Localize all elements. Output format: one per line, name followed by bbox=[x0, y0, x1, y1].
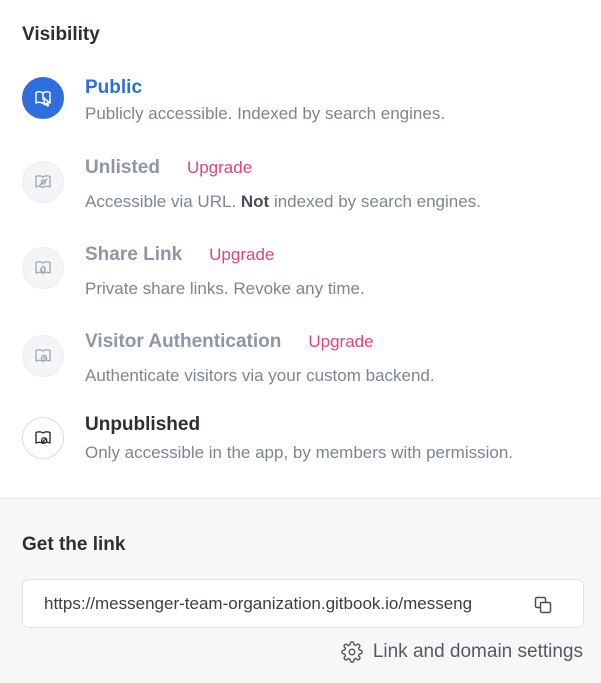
description-emphasis: Not bbox=[240, 192, 270, 211]
option-title: Share Link bbox=[85, 244, 183, 265]
book-eye-off-icon bbox=[22, 161, 64, 203]
option-unpublished[interactable]: Unpublished Only accessible in the app, … bbox=[22, 414, 592, 467]
option-visitor-authentication-title-row: Visitor Authentication Upgrade bbox=[85, 331, 374, 353]
option-description: Accessible via URL. Not indexed by searc… bbox=[85, 192, 481, 212]
get-link-section: Get the link https://messenger-team-orga… bbox=[0, 499, 601, 683]
option-description: Private share links. Revoke any time. bbox=[85, 279, 365, 298]
share-url-text[interactable]: https://messenger-team-organization.gitb… bbox=[44, 594, 524, 614]
get-link-title: Get the link bbox=[22, 534, 126, 555]
option-visitor-authentication[interactable]: Visitor Authentication Upgrade Authentic… bbox=[22, 331, 592, 389]
gear-icon bbox=[341, 641, 363, 663]
option-title: Visitor Authentication bbox=[85, 331, 282, 352]
option-title: Public bbox=[85, 77, 143, 98]
option-share-link-title-row: Share Link Upgrade bbox=[85, 244, 274, 266]
option-description: Only accessible in the app, by members w… bbox=[85, 443, 514, 462]
copy-icon[interactable] bbox=[531, 593, 555, 617]
visibility-section: Visibility Public Publicly accessible. I… bbox=[0, 0, 601, 498]
description-part: Accessible via URL. bbox=[85, 192, 241, 211]
link-domain-settings-label: Link and domain settings bbox=[372, 641, 583, 662]
option-unlisted-title-row: Unlisted Upgrade bbox=[85, 157, 252, 179]
book-unpublished-icon bbox=[22, 417, 64, 459]
upgrade-link[interactable]: Upgrade bbox=[209, 245, 274, 265]
book-link-icon bbox=[22, 247, 64, 289]
option-unlisted[interactable]: Unlisted Upgrade Accessible via URL. Not… bbox=[22, 157, 592, 215]
visibility-title: Visibility bbox=[22, 24, 100, 45]
link-domain-settings-button[interactable]: Link and domain settings bbox=[341, 641, 583, 663]
option-share-link[interactable]: Share Link Upgrade Private share links. … bbox=[22, 244, 592, 302]
description-part: indexed by search engines. bbox=[269, 192, 481, 211]
option-unpublished-title-row: Unpublished bbox=[85, 414, 200, 436]
option-description: Publicly accessible. Indexed by search e… bbox=[85, 104, 446, 123]
option-description: Authenticate visitors via your custom ba… bbox=[85, 366, 435, 385]
option-public[interactable]: Public Publicly accessible. Indexed by s… bbox=[22, 77, 592, 127]
book-cursor-icon bbox=[22, 77, 64, 119]
upgrade-link[interactable]: Upgrade bbox=[308, 332, 373, 352]
share-url-field[interactable]: https://messenger-team-organization.gitb… bbox=[22, 579, 584, 628]
option-title: Unlisted bbox=[85, 157, 160, 178]
book-lock-icon bbox=[22, 335, 64, 377]
option-title: Unpublished bbox=[85, 414, 201, 435]
option-public-title-row: Public bbox=[85, 77, 142, 99]
upgrade-link[interactable]: Upgrade bbox=[187, 158, 252, 178]
